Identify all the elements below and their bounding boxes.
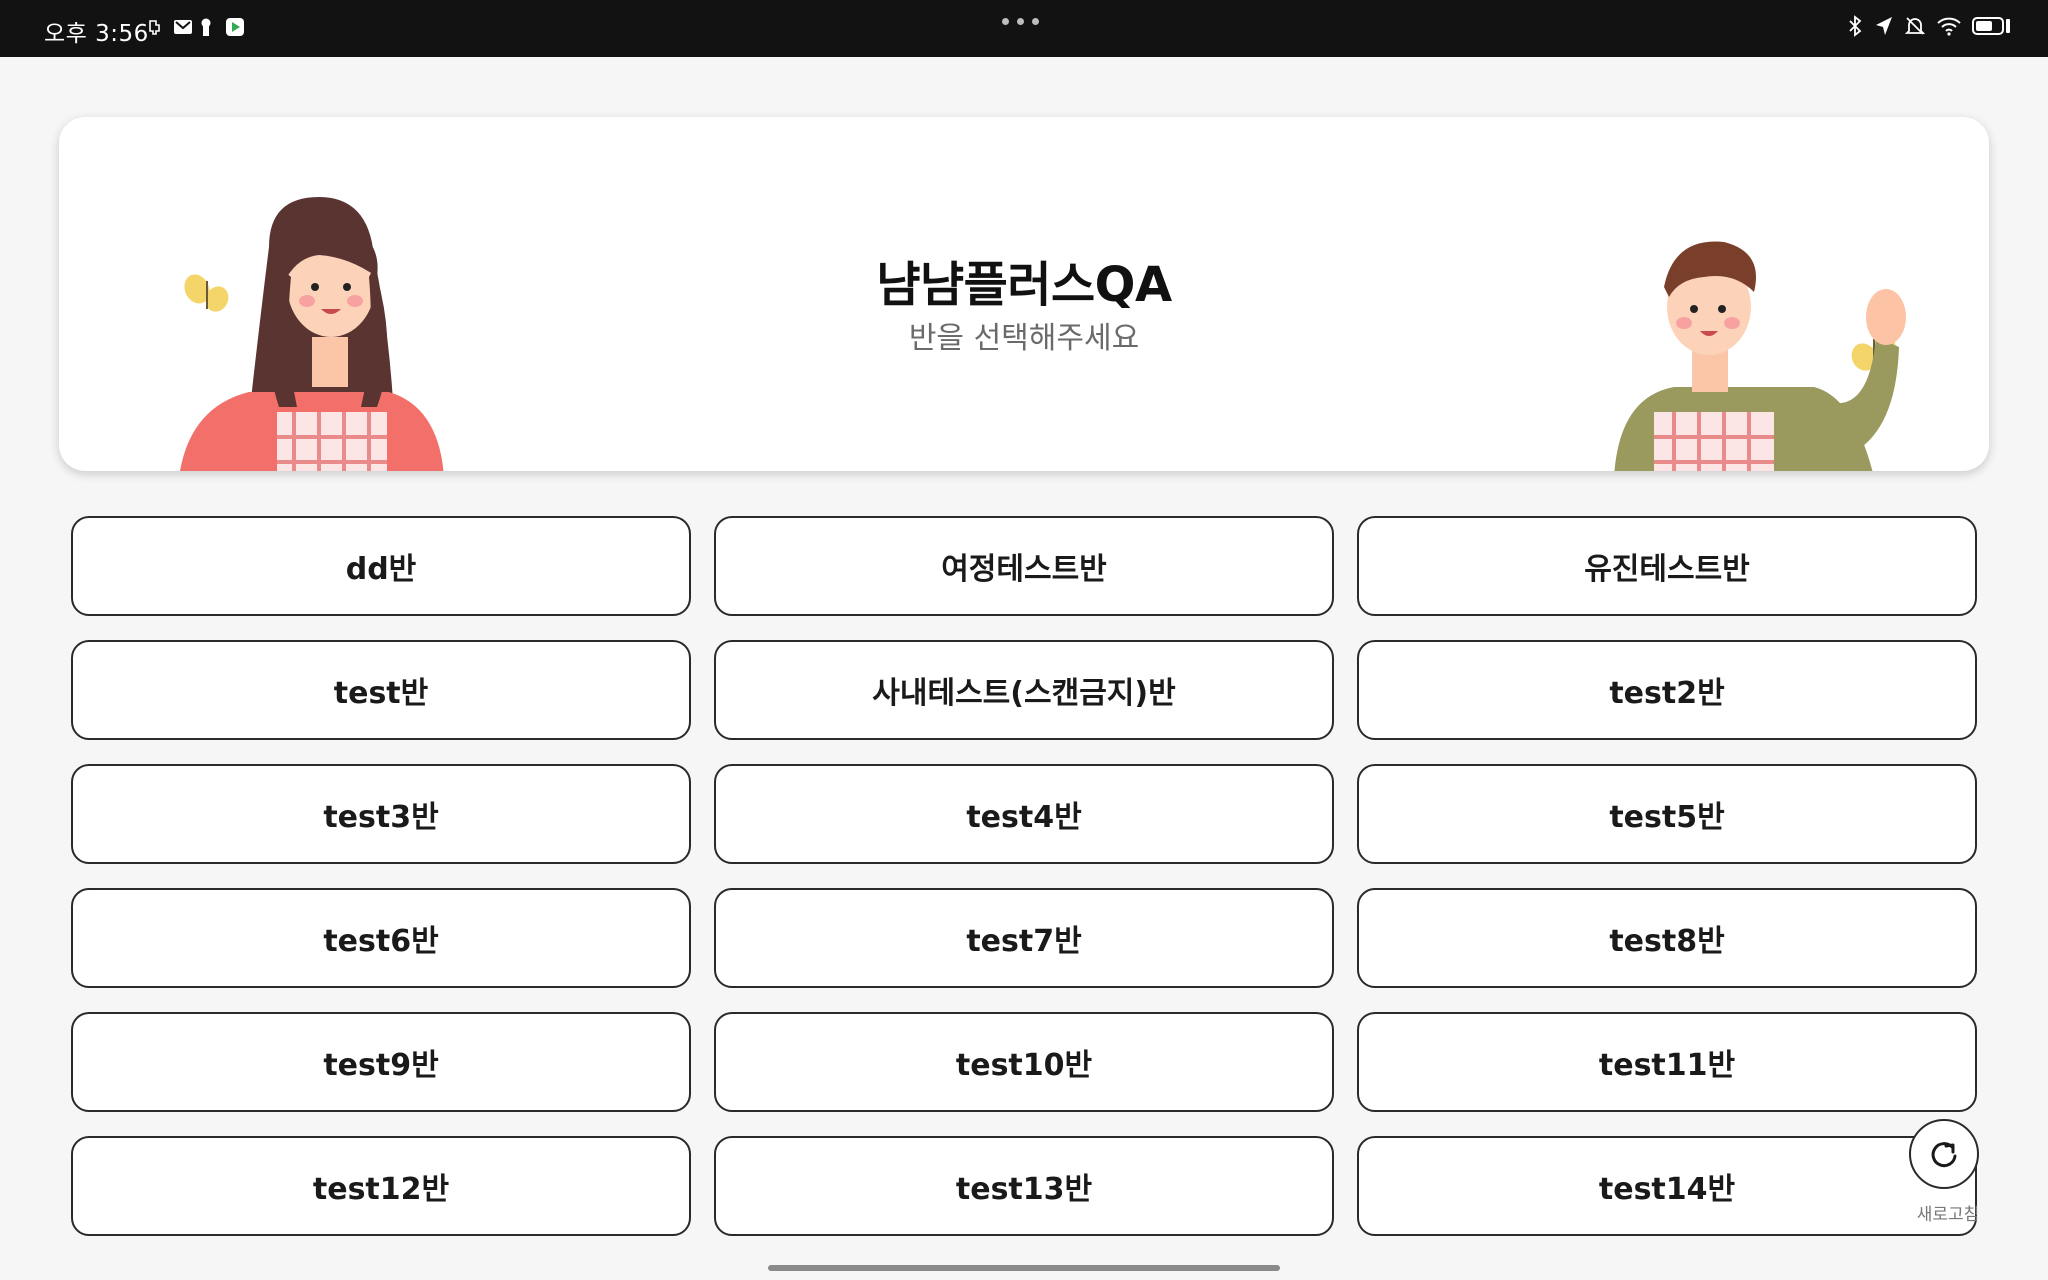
class-button[interactable]: test11반 xyxy=(1357,1012,1977,1112)
class-button[interactable]: test3반 xyxy=(71,764,691,864)
class-button[interactable]: 사내테스트(스캔금지)반 xyxy=(714,640,1334,740)
battery-icon xyxy=(1972,15,2012,41)
class-button[interactable]: test7반 xyxy=(714,888,1334,988)
class-button[interactable]: test9반 xyxy=(71,1012,691,1112)
location-icon xyxy=(1874,15,1894,41)
wifi-icon xyxy=(1936,15,1962,41)
class-button[interactable]: test14반 xyxy=(1357,1136,1977,1236)
gmail-icon xyxy=(173,17,193,37)
class-button[interactable]: test12반 xyxy=(71,1136,691,1236)
notification-icons xyxy=(147,17,245,37)
system-icons xyxy=(1846,15,2012,41)
refresh-button[interactable] xyxy=(1909,1119,1979,1189)
status-bar: 오후 3:56 xyxy=(0,0,2048,57)
multi-window-handle[interactable] xyxy=(1002,18,1039,25)
bell-mute-icon xyxy=(1904,15,1926,41)
keyhole-icon xyxy=(199,17,219,37)
class-button[interactable]: test10반 xyxy=(714,1012,1334,1112)
class-button[interactable]: test반 xyxy=(71,640,691,740)
class-button[interactable]: test4반 xyxy=(714,764,1334,864)
class-button[interactable]: test6반 xyxy=(71,888,691,988)
refresh-label: 새로고침 xyxy=(1916,1205,1980,1225)
class-button[interactable]: dd반 xyxy=(71,516,691,616)
bluetooth-icon xyxy=(1846,15,1864,41)
class-button[interactable]: test8반 xyxy=(1357,888,1977,988)
class-button[interactable]: 여정테스트반 xyxy=(714,516,1334,616)
class-button[interactable]: test2반 xyxy=(1357,640,1977,740)
class-button[interactable]: 유진테스트반 xyxy=(1357,516,1977,616)
class-grid: dd반 여정테스트반 유진테스트반 test반 사내테스트(스캔금지)반 tes… xyxy=(71,516,1977,1236)
play-store-icon xyxy=(225,17,245,37)
class-button[interactable]: test5반 xyxy=(1357,764,1977,864)
refresh-icon xyxy=(1931,1142,1957,1168)
usb-debug-icon xyxy=(147,17,167,37)
class-button[interactable]: test13반 xyxy=(714,1136,1334,1236)
man-illustration xyxy=(1614,241,1906,471)
header-card: 냠냠플러스QA 반을 선택해주세요 xyxy=(59,117,1989,471)
home-indicator[interactable] xyxy=(768,1265,1280,1271)
status-time: 오후 3:56 xyxy=(44,21,149,47)
